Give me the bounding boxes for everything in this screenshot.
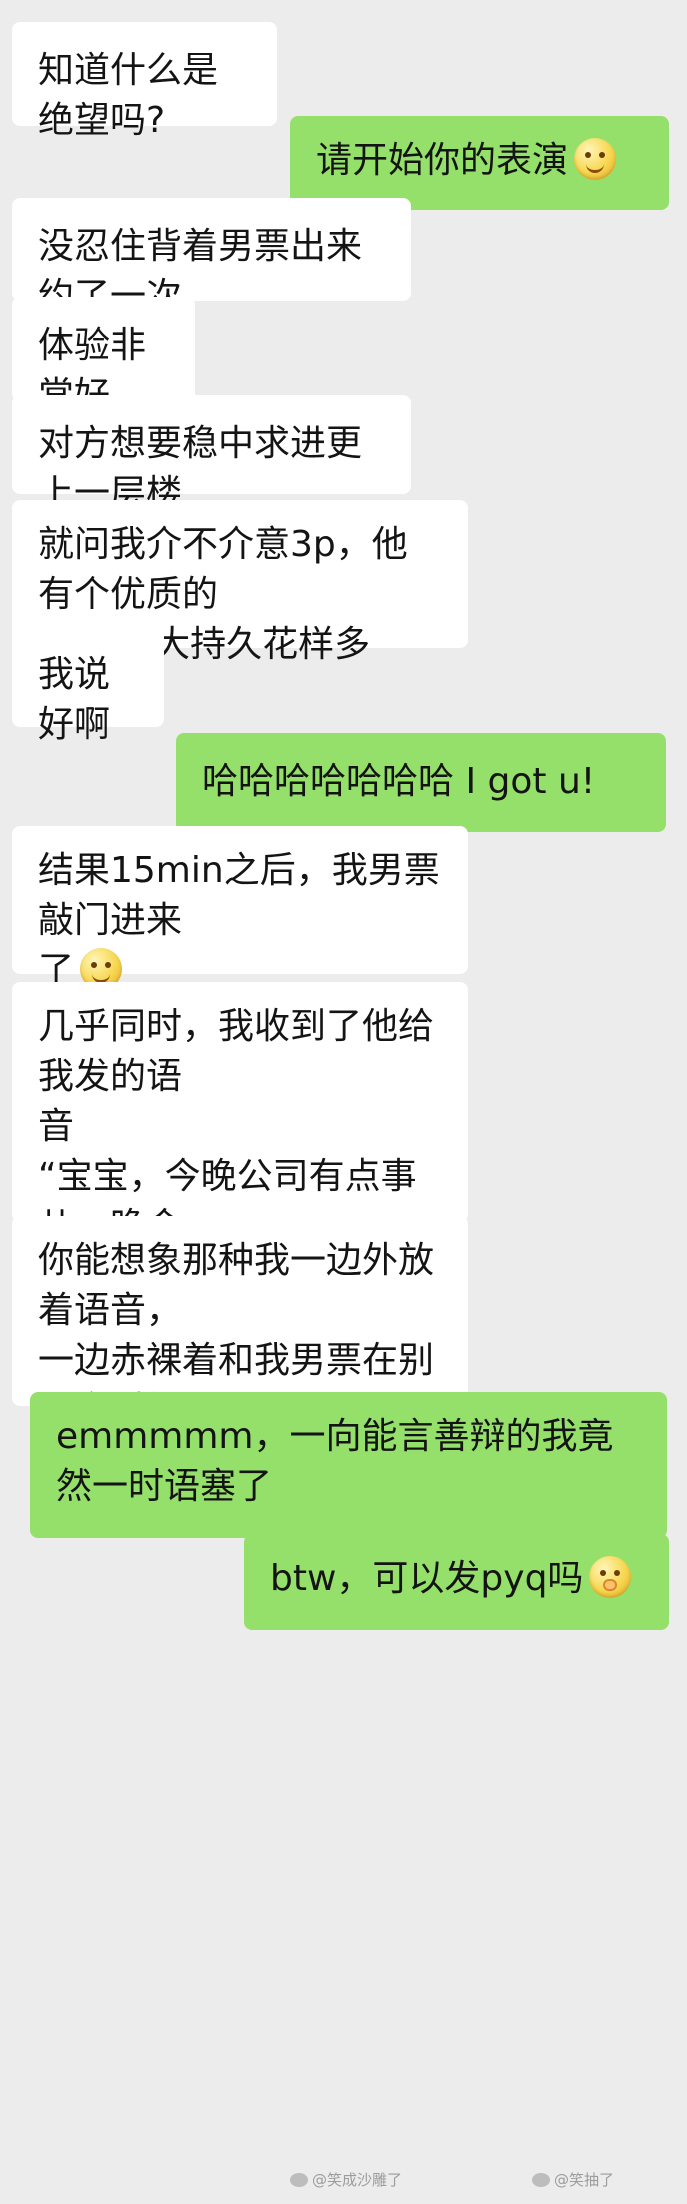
message-bubble-incoming[interactable]: 几乎同时，我收到了他给我发的语 音 “宝宝，今晚公司有点事儿，晚会 儿回家” bbox=[12, 982, 468, 1297]
message-bubble-outgoing[interactable]: btw，可以发pyq吗 bbox=[244, 1534, 669, 1630]
message-bubble-incoming[interactable]: 知道什么是绝望吗? bbox=[12, 22, 277, 141]
message-bubble-outgoing[interactable]: 哈哈哈哈哈哈哈 I got u! bbox=[176, 733, 666, 832]
message-bubble-incoming[interactable]: 对方想要稳中求进更上一层楼 bbox=[12, 395, 411, 514]
message-bubble-outgoing[interactable]: 请开始你的表演 bbox=[290, 116, 669, 210]
message-text: 我说好啊 bbox=[38, 654, 111, 745]
message-bubble-incoming[interactable]: 结果15min之后，我男票敲门进来 了 bbox=[12, 826, 468, 991]
message-text: 请开始你的表演 bbox=[316, 140, 569, 181]
message-bubble-incoming[interactable]: 没忍住背着男票出来约了一次 bbox=[12, 198, 411, 317]
message-bubble-incoming[interactable]: 我说好啊 bbox=[12, 626, 164, 745]
watermark-right: @笑抽了 bbox=[532, 2170, 614, 2190]
chat-view: 知道什么是绝望吗? 请开始你的表演 没忍住背着男票出来约了一次 体验非常好 对方… bbox=[0, 0, 687, 2204]
smiling-face-icon bbox=[574, 138, 617, 180]
message-text: 知道什么是绝望吗? bbox=[38, 50, 219, 141]
watermark-left: @笑成沙雕了 bbox=[290, 2170, 402, 2190]
message-bubble-outgoing[interactable]: emmmmm，一向能言善辩的我竟 然一时语塞了 bbox=[30, 1392, 667, 1538]
message-bubble-incoming[interactable]: 你能想象那种我一边外放着语音， 一边赤裸着和我男票在别人家对视 的场面吗！！！ bbox=[12, 1216, 468, 1481]
message-text: 哈哈哈哈哈哈哈 I got u! bbox=[202, 761, 596, 802]
weibo-logo-icon bbox=[290, 2173, 308, 2187]
message-bubble-incoming[interactable]: 体验非常好 bbox=[12, 297, 195, 416]
message-text: emmmmm，一向能言善辩的我竟 然一时语塞了 bbox=[56, 1416, 614, 1507]
message-text: btw，可以发pyq吗 bbox=[270, 1558, 584, 1599]
weibo-logo-icon bbox=[532, 2173, 550, 2187]
hand-over-mouth-icon bbox=[589, 1556, 632, 1598]
